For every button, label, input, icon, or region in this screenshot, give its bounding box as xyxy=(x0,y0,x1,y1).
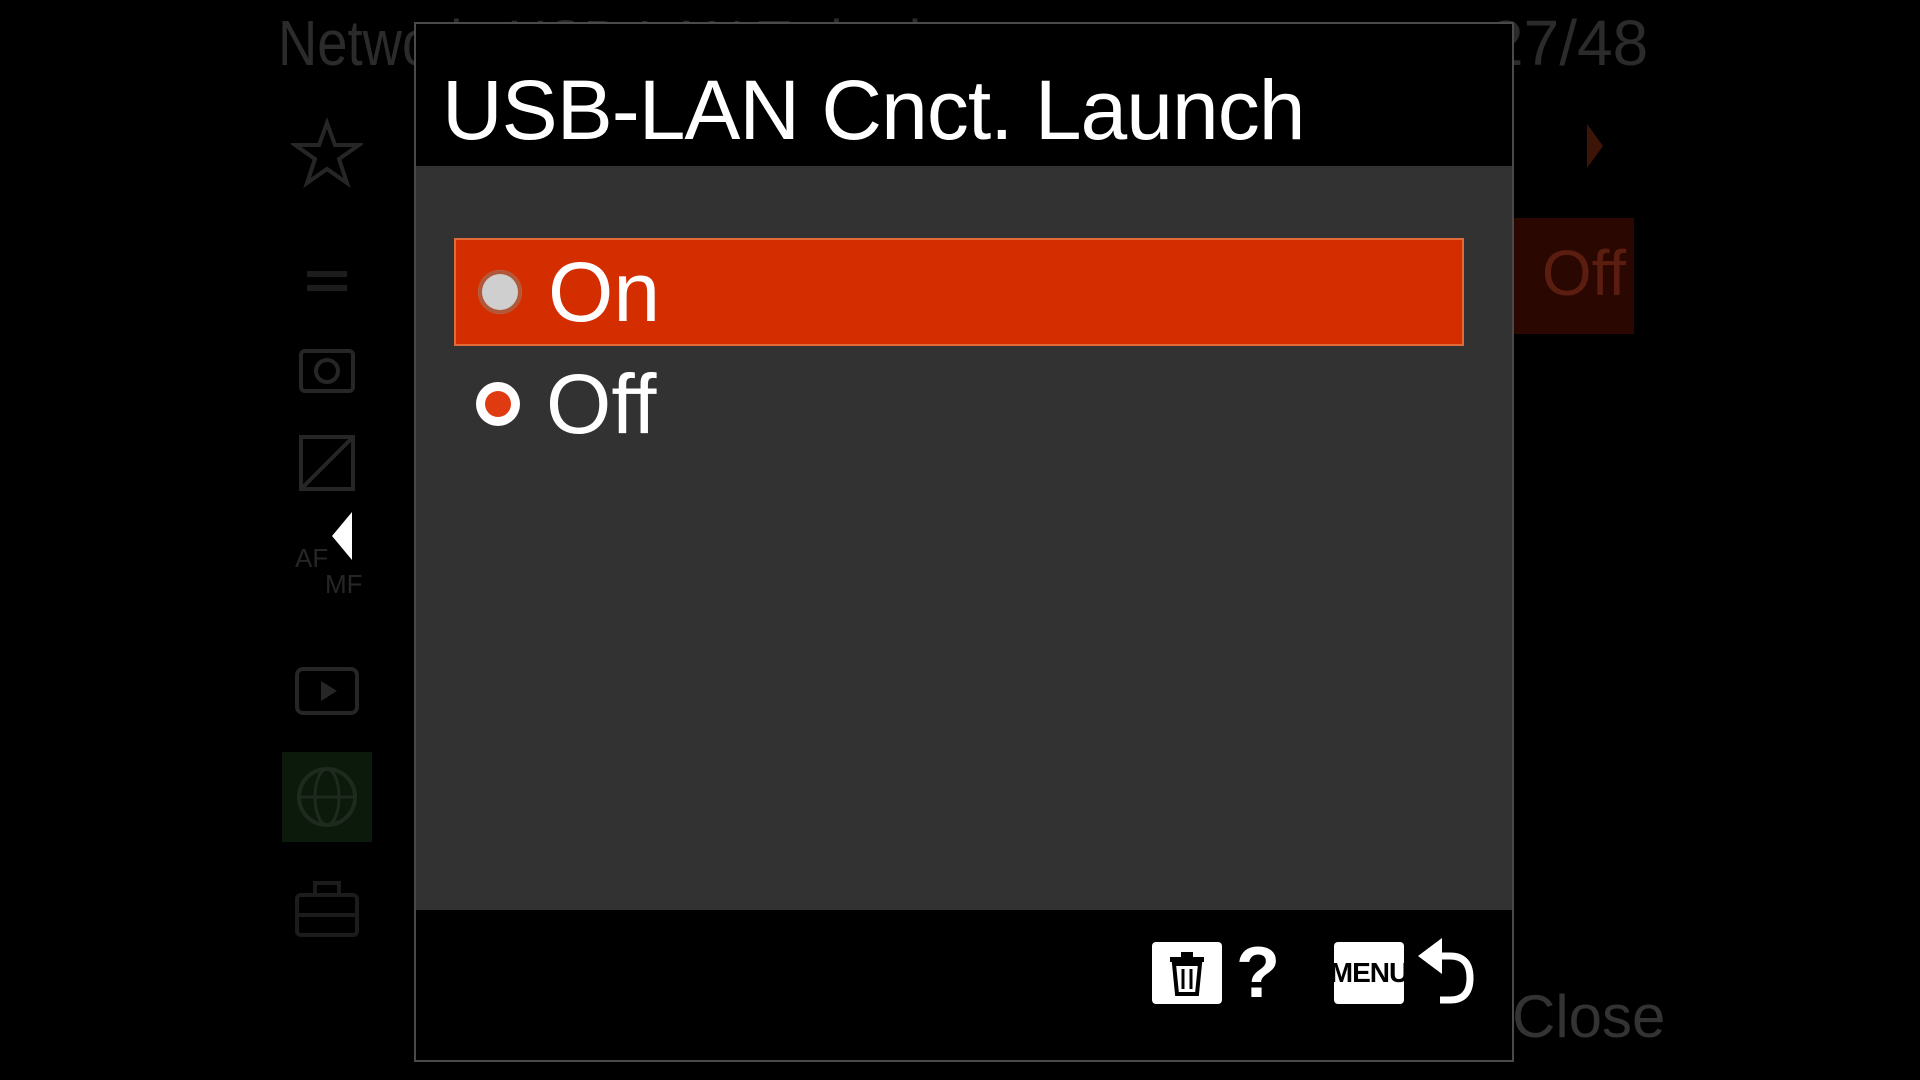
af-mf-icon[interactable]: AF MF xyxy=(282,522,372,612)
svg-text:AF: AF xyxy=(295,543,328,573)
camera-icon[interactable] xyxy=(282,322,372,412)
usb-lan-launch-dialog: USB-LAN Cnct. Launch On Off ? MENU xyxy=(414,22,1514,1062)
option-on[interactable]: On xyxy=(454,238,1464,346)
option-label: Off xyxy=(546,357,657,451)
close-hint: Close xyxy=(1512,983,1666,1050)
back-arrow-icon[interactable] xyxy=(1416,934,1476,1011)
dialog-options: On Off xyxy=(416,166,1512,910)
dialog-title: USB-LAN Cnct. Launch xyxy=(442,63,1305,157)
left-arrow-icon xyxy=(330,510,354,567)
radio-unselected-icon xyxy=(478,270,522,314)
current-value-chip: Off xyxy=(1512,218,1634,334)
star-icon[interactable] xyxy=(282,108,372,198)
radio-selected-icon xyxy=(476,382,520,426)
right-arrow-icon xyxy=(1585,122,1605,175)
option-label: On xyxy=(548,245,661,339)
playback-icon[interactable] xyxy=(282,646,372,736)
dialog-header: USB-LAN Cnct. Launch xyxy=(416,24,1512,166)
trash-icon[interactable] xyxy=(1152,942,1222,1004)
help-button[interactable]: ? xyxy=(1236,932,1280,1014)
toolbox-icon[interactable] xyxy=(282,862,372,952)
exposure-icon[interactable] xyxy=(282,418,372,508)
svg-text:MF: MF xyxy=(325,569,363,599)
current-value: Off xyxy=(1541,237,1626,309)
my-menu-icon[interactable] xyxy=(282,236,372,326)
network-globe-icon[interactable] xyxy=(282,752,372,842)
option-off[interactable]: Off xyxy=(454,350,1464,458)
menu-button[interactable]: MENU xyxy=(1330,942,1409,1004)
dialog-footer: ? MENU xyxy=(416,910,1512,1060)
